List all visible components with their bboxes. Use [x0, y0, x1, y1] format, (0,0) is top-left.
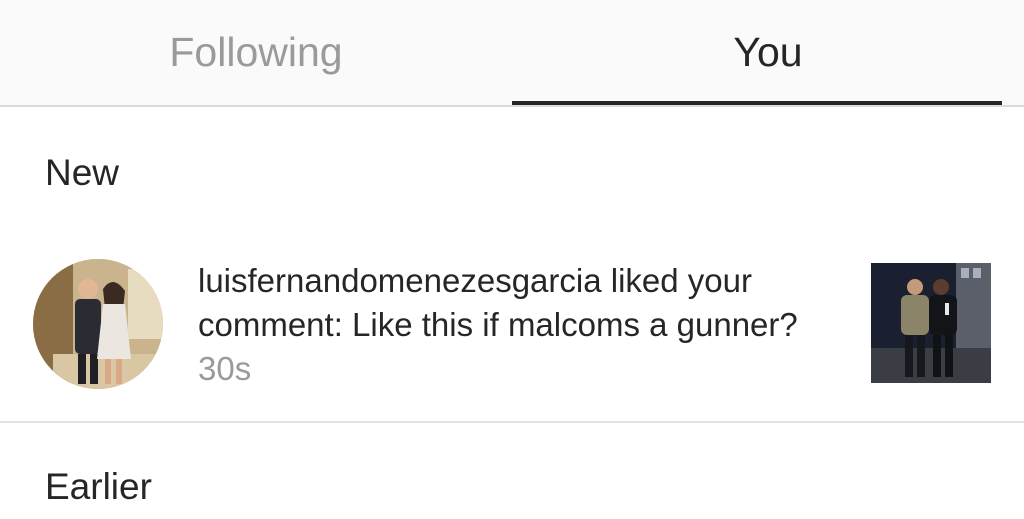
notification-timestamp: 30s: [198, 350, 252, 387]
notification-row[interactable]: luisfernandomenezesgarcia liked your com…: [0, 238, 1024, 421]
activity-page: Following You New luisfernandomenezesgar…: [0, 0, 1024, 519]
section-heading-earlier: Earlier: [45, 466, 152, 507]
tab-you-label: You: [733, 29, 803, 75]
tab-you[interactable]: You: [512, 0, 1024, 105]
tab-following[interactable]: Following: [0, 0, 512, 105]
post-thumbnail-photo: [871, 263, 991, 383]
activity-tab-bar: Following You: [0, 0, 1024, 107]
section-divider: [0, 421, 1024, 423]
tab-following-label: Following: [169, 29, 343, 75]
section-heading-new: New: [45, 152, 120, 193]
avatar[interactable]: [33, 259, 163, 389]
post-thumbnail[interactable]: [871, 263, 991, 383]
active-tab-indicator: [512, 101, 1002, 105]
avatar-photo: [33, 259, 163, 389]
notification-username[interactable]: luisfernandomenezesgarcia: [198, 262, 602, 299]
notification-text[interactable]: luisfernandomenezesgarcia liked your com…: [198, 259, 838, 391]
